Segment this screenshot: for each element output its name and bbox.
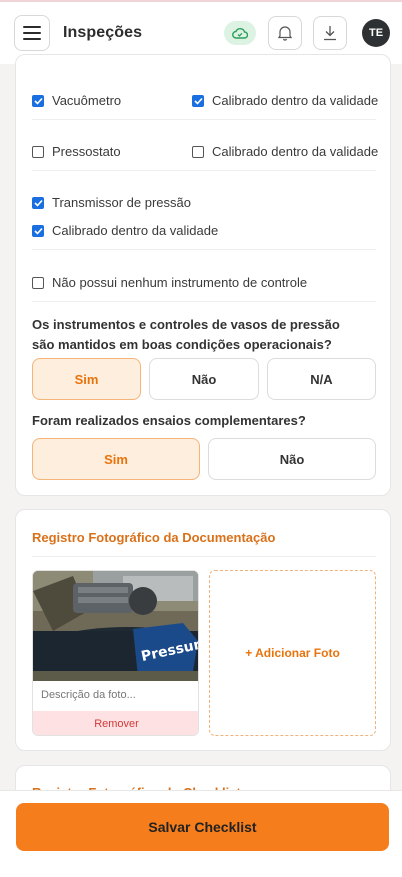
checkbox-unchecked-icon	[192, 145, 204, 158]
menu-button[interactable]	[14, 15, 50, 51]
checkbox-vacuometro-calibrado[interactable]: Calibrado dentro da validade	[192, 93, 378, 108]
notifications-button[interactable]	[268, 16, 302, 50]
checkbox-nenhum-instrumento[interactable]: Não possui nenhum instrumento de control…	[32, 275, 307, 290]
save-checklist-button[interactable]: Salvar Checklist	[16, 803, 389, 851]
instruments-card: Vacuômetro Calibrado dentro da validade …	[15, 54, 391, 496]
option-nao[interactable]: Não	[149, 358, 259, 400]
divider	[32, 119, 376, 120]
divider	[32, 301, 376, 302]
checkbox-label: Transmissor de pressão	[52, 195, 191, 210]
compressor-photo[interactable]: Pressure	[33, 571, 199, 681]
option-nao[interactable]: Não	[208, 438, 376, 480]
bell-icon	[278, 26, 292, 41]
sync-status[interactable]	[224, 21, 256, 45]
photo-documentation-card: Registro Fotográfico da Documentação Pre…	[15, 509, 391, 751]
checkbox-checked-icon	[32, 94, 44, 107]
cloud-check-icon	[232, 28, 248, 39]
option-na[interactable]: N/A	[267, 358, 376, 400]
hamburger-icon	[23, 26, 41, 40]
divider	[32, 249, 376, 250]
download-button[interactable]	[313, 16, 347, 50]
checkbox-checked-icon	[32, 196, 44, 209]
avatar[interactable]: TE	[362, 19, 390, 47]
checkbox-label: Vacuômetro	[52, 93, 122, 108]
page-title: Inspeções	[63, 24, 143, 41]
checkbox-checked-icon	[32, 224, 44, 237]
section-title: Registro Fotográfico da Documentação	[32, 530, 276, 545]
option-sim[interactable]: Sim	[32, 438, 200, 480]
checkbox-vacuometro[interactable]: Vacuômetro	[32, 93, 121, 108]
checkbox-label: Calibrado dentro da validade	[212, 93, 379, 108]
checkbox-pressostato-calibrado[interactable]: Calibrado dentro da validade	[192, 144, 378, 159]
photo-card: Pressure Descrição da foto... Remover	[32, 570, 199, 736]
checkbox-label: Não possui nenhum instrumento de control…	[52, 275, 308, 290]
checkbox-unchecked-icon	[32, 145, 44, 158]
checkbox-transmissor[interactable]: Transmissor de pressão	[32, 195, 191, 210]
question-text: Os instrumentos e controles de vasos de …	[32, 317, 340, 352]
checkbox-unchecked-icon	[32, 276, 44, 289]
checkbox-label: Pressostato	[52, 144, 121, 159]
checkbox-checked-icon	[192, 94, 204, 107]
checkbox-label: Calibrado dentro da validade	[52, 223, 219, 238]
question-text: Foram realizados ensaios complementares?	[32, 413, 306, 428]
checkbox-label: Calibrado dentro da validade	[212, 144, 379, 159]
add-photo-button[interactable]: + Adicionar Foto	[209, 570, 376, 736]
remove-photo-button[interactable]: Remover	[33, 711, 198, 735]
option-sim[interactable]: Sim	[32, 358, 141, 400]
bottom-bar: Salvar Checklist	[0, 790, 402, 877]
checkbox-transmissor-calibrado[interactable]: Calibrado dentro da validade	[32, 223, 218, 238]
checkbox-pressostato[interactable]: Pressostato	[32, 144, 121, 159]
divider	[32, 170, 376, 171]
photo-description-input[interactable]: Descrição da foto...	[33, 681, 198, 711]
divider	[32, 556, 376, 557]
download-icon	[324, 26, 336, 41]
